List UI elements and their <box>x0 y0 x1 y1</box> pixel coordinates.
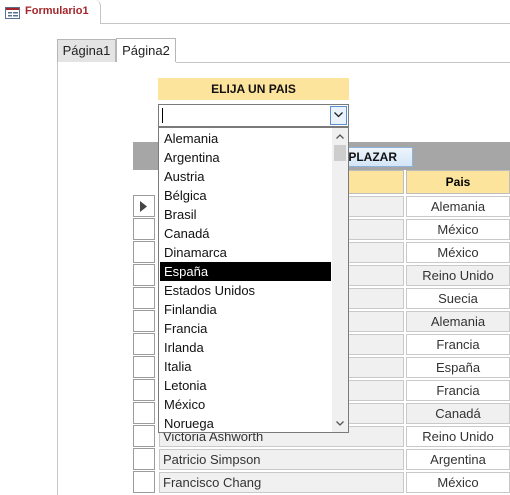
cell-pais[interactable]: Francia <box>406 334 510 355</box>
cell-pais[interactable]: Alemania <box>406 311 510 332</box>
current-record-arrow-icon <box>140 201 147 212</box>
dropdown-option[interactable]: Letonia <box>160 376 331 395</box>
dropdown-option[interactable]: Alemania <box>160 129 331 148</box>
text-cursor <box>162 108 163 123</box>
record-selector[interactable] <box>133 471 155 493</box>
record-selector[interactable] <box>133 425 155 447</box>
dropdown-option[interactable]: Italia <box>160 357 331 376</box>
tab-strip-border <box>176 62 510 63</box>
record-selector[interactable] <box>133 264 155 286</box>
dropdown-option[interactable]: Austria <box>160 167 331 186</box>
record-selector[interactable] <box>133 402 155 424</box>
cell-pais[interactable]: Argentina <box>406 449 510 470</box>
cell-pais[interactable]: Reino Unido <box>406 426 510 447</box>
record-selector[interactable] <box>133 241 155 263</box>
record-selector[interactable] <box>133 218 155 240</box>
record-selector[interactable] <box>133 287 155 309</box>
form-icon <box>5 6 20 19</box>
country-dropdown-list[interactable]: Alemania Argentina Austria Bélgica Brasi… <box>158 127 349 433</box>
country-select-label: ELIJA UN PAIS <box>158 78 349 100</box>
cell-pais[interactable]: México <box>406 472 510 493</box>
country-combo-box[interactable] <box>158 104 349 127</box>
record-selector[interactable] <box>133 310 155 332</box>
cell-nombre[interactable]: Patricio Simpson <box>159 449 404 470</box>
chevron-up-icon <box>336 134 344 139</box>
document-tab-formulario1[interactable]: Formulario1 <box>0 0 101 24</box>
dropdown-option[interactable]: Estados Unidos <box>160 281 331 300</box>
dropdown-option[interactable]: Canadá <box>160 224 331 243</box>
record-selector[interactable] <box>133 448 155 470</box>
cell-pais[interactable]: Canadá <box>406 403 510 424</box>
dropdown-option-selected[interactable]: España <box>160 262 331 281</box>
combo-dropdown-button[interactable] <box>330 106 347 125</box>
cell-pais[interactable]: Francia <box>406 380 510 401</box>
dropdown-option[interactable]: México <box>160 395 331 414</box>
column-header-pais[interactable]: Pais <box>406 170 510 194</box>
scroll-up-button[interactable] <box>332 128 348 145</box>
cell-pais[interactable]: Reino Unido <box>406 265 510 286</box>
record-selector-column <box>133 195 155 495</box>
tab-pagina2[interactable]: Página2 <box>116 38 176 62</box>
form-border-left <box>57 62 58 495</box>
cell-pais[interactable]: Suecia <box>406 288 510 309</box>
chevron-down-icon <box>336 421 344 426</box>
scroll-down-button[interactable] <box>332 415 348 432</box>
dropdown-scrollbar[interactable] <box>332 128 348 432</box>
dropdown-option[interactable]: Francia <box>160 319 331 338</box>
record-selector[interactable] <box>133 356 155 378</box>
scrollbar-thumb[interactable] <box>334 145 346 161</box>
record-selector[interactable] <box>133 379 155 401</box>
cell-nombre[interactable]: Francisco Chang <box>159 472 404 493</box>
dropdown-option[interactable]: Noruega <box>160 414 331 432</box>
tab-pagina1[interactable]: Página1 <box>57 39 116 62</box>
cell-pais[interactable]: España <box>406 357 510 378</box>
dropdown-option[interactable]: Dinamarca <box>160 243 331 262</box>
chevron-down-icon <box>334 112 343 118</box>
dropdown-option[interactable]: Finlandia <box>160 300 331 319</box>
dropdown-option[interactable]: Argentina <box>160 148 331 167</box>
record-selector-current[interactable] <box>133 195 155 217</box>
cell-pais[interactable]: México <box>406 242 510 263</box>
cell-pais[interactable]: México <box>406 219 510 240</box>
dropdown-option[interactable]: Brasil <box>160 205 331 224</box>
cell-pais[interactable]: Alemania <box>406 196 510 217</box>
document-tab-title: Formulario1 <box>25 5 89 17</box>
dropdown-option[interactable]: Bélgica <box>160 186 331 205</box>
dropdown-option[interactable]: Irlanda <box>160 338 331 357</box>
record-selector[interactable] <box>133 333 155 355</box>
tab-bar-divider <box>101 23 510 24</box>
